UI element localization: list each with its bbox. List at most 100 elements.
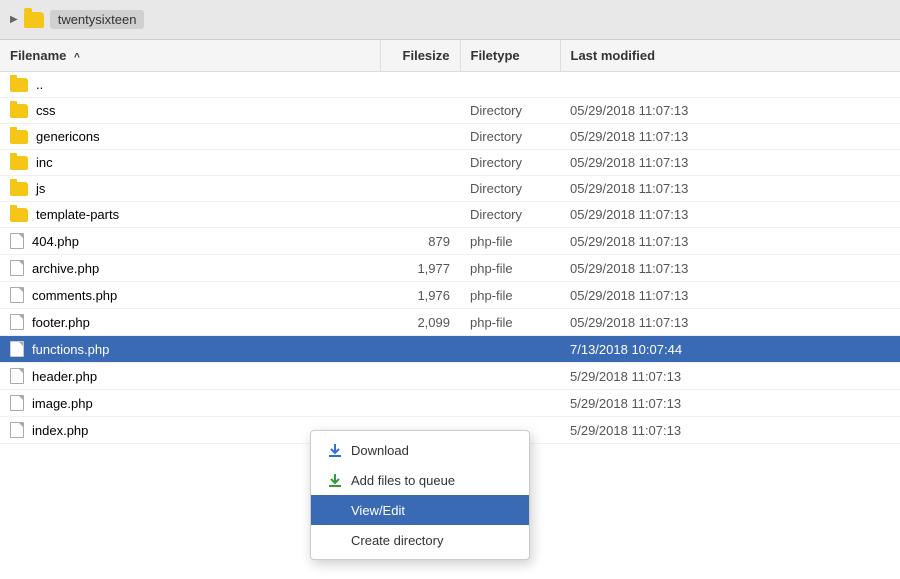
- folder-icon: [10, 78, 28, 92]
- cell-lastmod: 05/29/2018 11:07:13: [560, 98, 900, 124]
- cell-filetype: php-file: [460, 255, 560, 282]
- cell-lastmod: 5/29/2018 11:07:13: [560, 363, 900, 390]
- filename-text: 404.php: [32, 234, 79, 249]
- file-table: Filename ^ Filesize Filetype Last modifi…: [0, 40, 900, 444]
- folder-icon: [10, 208, 28, 222]
- cell-filetype: Directory: [460, 202, 560, 228]
- file-icon: [10, 260, 24, 276]
- filename-text: js: [36, 181, 45, 196]
- cell-filesize: [380, 124, 460, 150]
- filename-text: ..: [36, 77, 43, 92]
- filename-text: inc: [36, 155, 53, 170]
- cell-lastmod: 05/29/2018 11:07:13: [560, 255, 900, 282]
- filename-text: css: [36, 103, 56, 118]
- context-menu-view-edit[interactable]: View/Edit: [311, 495, 529, 525]
- table-row[interactable]: inc Directory05/29/2018 11:07:13: [0, 150, 900, 176]
- create-dir-icon: [327, 532, 343, 548]
- cell-filesize: [380, 363, 460, 390]
- column-header-lastmod[interactable]: Last modified: [560, 40, 900, 72]
- table-row[interactable]: image.php 5/29/2018 11:07:13: [0, 390, 900, 417]
- cell-filename: template-parts: [0, 202, 380, 228]
- table-row[interactable]: js Directory05/29/2018 11:07:13: [0, 176, 900, 202]
- table-row[interactable]: ..: [0, 72, 900, 98]
- filename-text: functions.php: [32, 342, 109, 357]
- cell-filesize: 879: [380, 228, 460, 255]
- table-row[interactable]: footer.php 2,099php-file05/29/2018 11:07:…: [0, 309, 900, 336]
- cell-filetype: Directory: [460, 150, 560, 176]
- cell-filename: functions.php: [0, 336, 380, 363]
- folder-icon: [10, 182, 28, 196]
- file-icon: [10, 233, 24, 249]
- folder-name-label: twentysixteen: [50, 10, 145, 29]
- table-row[interactable]: header.php 5/29/2018 11:07:13: [0, 363, 900, 390]
- cell-filetype: Directory: [460, 176, 560, 202]
- cell-filename: header.php: [0, 363, 380, 390]
- queue-icon: [327, 472, 343, 488]
- cell-filename: 404.php: [0, 228, 380, 255]
- cell-filetype: php-file: [460, 282, 560, 309]
- table-row[interactable]: template-parts Directory05/29/2018 11:07:…: [0, 202, 900, 228]
- table-row[interactable]: archive.php1,977php-file05/29/2018 11:07…: [0, 255, 900, 282]
- table-row[interactable]: 404.php879php-file05/29/2018 11:07:13: [0, 228, 900, 255]
- cell-filesize: 2,099: [380, 309, 460, 336]
- table-row[interactable]: comments.php1,976php-file05/29/2018 11:0…: [0, 282, 900, 309]
- context-create-dir-label: Create directory: [351, 533, 443, 548]
- cell-filename: js: [0, 176, 380, 202]
- table-header-row: Filename ^ Filesize Filetype Last modifi…: [0, 40, 900, 72]
- cell-filesize: 1,977: [380, 255, 460, 282]
- table-row[interactable]: functions.php 7/13/2018 10:07:44: [0, 336, 900, 363]
- cell-lastmod: 5/29/2018 11:07:13: [560, 390, 900, 417]
- filename-text: image.php: [32, 396, 93, 411]
- file-icon: [10, 368, 24, 384]
- cell-lastmod: 05/29/2018 11:07:13: [560, 202, 900, 228]
- cell-filesize: [380, 150, 460, 176]
- cell-filesize: [380, 176, 460, 202]
- file-icon: [10, 287, 24, 303]
- file-icon: [10, 395, 24, 411]
- table-row[interactable]: genericonsDirectory05/29/2018 11:07:13: [0, 124, 900, 150]
- cell-lastmod: 05/29/2018 11:07:13: [560, 309, 900, 336]
- cell-filesize: [380, 390, 460, 417]
- table-row[interactable]: css Directory05/29/2018 11:07:13: [0, 98, 900, 124]
- cell-filetype: Directory: [460, 98, 560, 124]
- cell-filetype: Directory: [460, 124, 560, 150]
- expand-arrow-icon[interactable]: ▶: [10, 14, 18, 25]
- cell-filename: inc: [0, 150, 380, 176]
- file-icon: [10, 422, 24, 438]
- filename-text: comments.php: [32, 288, 117, 303]
- cell-filetype: [460, 72, 560, 98]
- filename-text: footer.php: [32, 315, 90, 330]
- cell-filesize: [380, 202, 460, 228]
- folder-icon-top: [24, 12, 44, 28]
- cell-lastmod: 05/29/2018 11:07:13: [560, 150, 900, 176]
- sort-indicator: ^: [74, 52, 80, 63]
- column-header-filesize[interactable]: Filesize: [380, 40, 460, 72]
- filename-text: template-parts: [36, 207, 119, 222]
- cell-lastmod: 05/29/2018 11:07:13: [560, 176, 900, 202]
- cell-lastmod: 7/13/2018 10:07:44: [560, 336, 900, 363]
- breadcrumb: ▶ twentysixteen: [10, 10, 144, 29]
- cell-filetype: php-file: [460, 309, 560, 336]
- column-header-filetype[interactable]: Filetype: [460, 40, 560, 72]
- filename-text: genericons: [36, 129, 100, 144]
- filename-text: header.php: [32, 369, 97, 384]
- download-icon: [327, 442, 343, 458]
- filename-text: index.php: [32, 423, 88, 438]
- context-view-edit-label: View/Edit: [351, 503, 405, 518]
- cell-filename: css: [0, 98, 380, 124]
- context-menu-create-dir[interactable]: Create directory: [311, 525, 529, 555]
- file-icon: [10, 341, 24, 357]
- file-list-container: Filename ^ Filesize Filetype Last modifi…: [0, 40, 900, 579]
- cell-filesize: 1,976: [380, 282, 460, 309]
- cell-filename: ..: [0, 72, 380, 98]
- context-menu-download[interactable]: Download: [311, 435, 529, 465]
- cell-filesize: [380, 72, 460, 98]
- cell-filetype: [460, 390, 560, 417]
- column-header-filename[interactable]: Filename ^: [0, 40, 380, 72]
- cell-lastmod: 5/29/2018 11:07:13: [560, 417, 900, 444]
- cell-filename: genericons: [0, 124, 380, 150]
- top-bar: ▶ twentysixteen: [0, 0, 900, 40]
- cell-filetype: php-file: [460, 228, 560, 255]
- context-menu-add-queue[interactable]: Add files to queue: [311, 465, 529, 495]
- cell-filesize: [380, 336, 460, 363]
